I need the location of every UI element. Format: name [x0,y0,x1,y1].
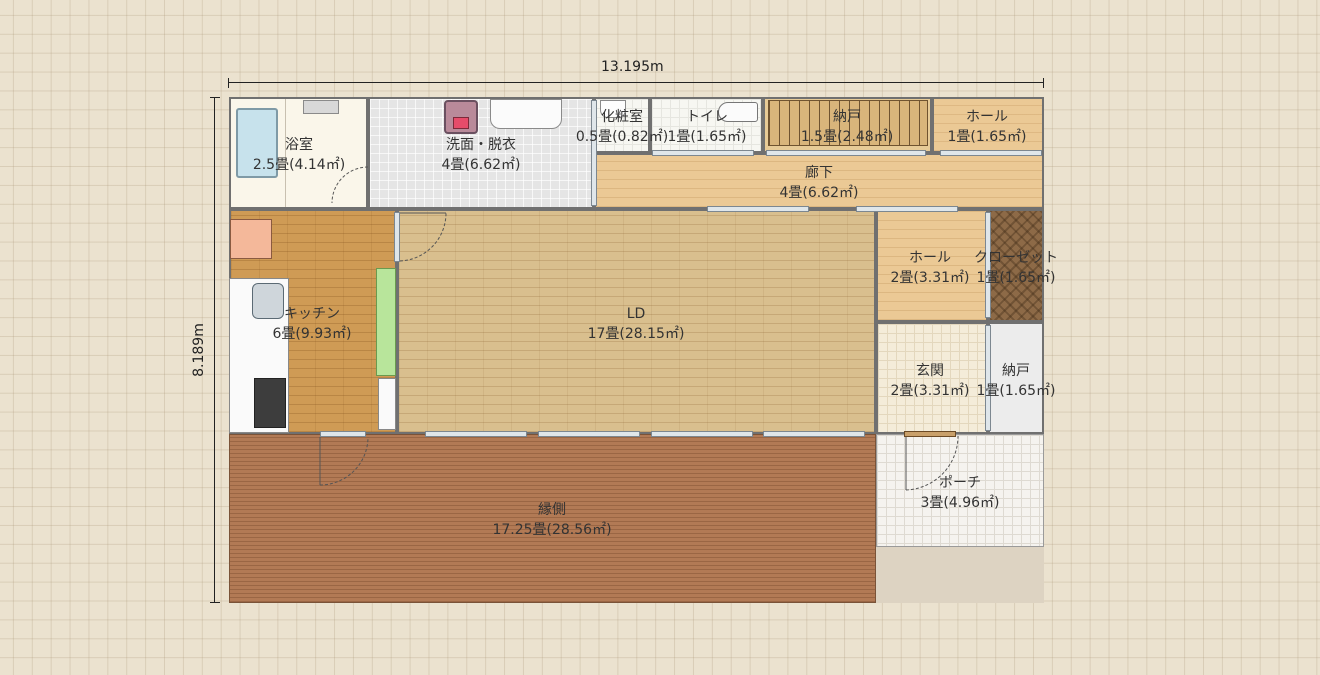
storage-mid-label: 納戸 1畳(1.65㎡) [976,363,1056,399]
fridge [230,219,272,259]
height-dimension-line [214,97,215,603]
width-dimension-line [228,82,1044,83]
window-ld-3 [651,431,753,437]
wash-basin [490,99,562,129]
window-hall-top [940,150,1042,156]
washing-machine-door [453,117,469,129]
window-storage [766,150,926,156]
kitchen-door-swing [399,212,447,262]
hall-mid-label: ホール 2畳(3.31㎡) [890,250,970,286]
window-ld-2 [538,431,640,437]
height-dimension-label: 8.189m [190,323,207,377]
window-kitchen-door [320,431,366,437]
porch-label: ポーチ 3畳(4.96㎡) [920,475,1000,511]
wash-label: 洗面・脱衣 4畳(6.62㎡) [441,137,521,173]
window-corridor-1 [707,206,809,212]
height-dimension-tick-bottom [210,602,220,603]
shower-faucet [303,100,339,114]
window-kitchen-ld [394,212,400,262]
width-dimension-label: 13.195m [601,59,664,75]
powder-label: 化粧室 0.5畳(0.82㎡) [575,109,669,145]
window-toilet [652,150,754,156]
height-dimension-tick-top [210,97,220,98]
window-entrance [904,431,956,437]
entrance-label: 玄関 2畳(3.31㎡) [890,363,970,399]
width-dimension-tick-left [228,78,229,88]
width-dimension-tick-right [1043,78,1044,88]
corridor-label: 廊下 4畳(6.62㎡) [779,165,859,201]
kitchen-cabinet [376,268,396,376]
ld-label: LD 17畳(28.15㎡) [587,306,685,342]
window-ld-1 [425,431,527,437]
storage-top-label: 納戸 1.5畳(2.48㎡) [800,109,894,145]
bath-label: 浴室 2.5畳(4.14㎡) [252,137,346,173]
hall-top-label: ホール 1畳(1.65㎡) [947,109,1027,145]
toilet-label: トイレ 1畳(1.65㎡) [667,109,747,145]
window-ld-4 [763,431,865,437]
engawa-door-swing [319,436,369,486]
closet-label: クローゼット 1畳(1.65㎡) [974,250,1058,286]
engawa-label: 縁側 17.25畳(28.56㎡) [492,502,612,538]
window-corridor-2 [856,206,958,212]
gas-stove [254,378,286,428]
kitchen-label: キッチン 6畳(9.93㎡) [272,306,352,342]
kitchen-tall-unit [378,378,396,430]
porch-step [876,547,1044,603]
